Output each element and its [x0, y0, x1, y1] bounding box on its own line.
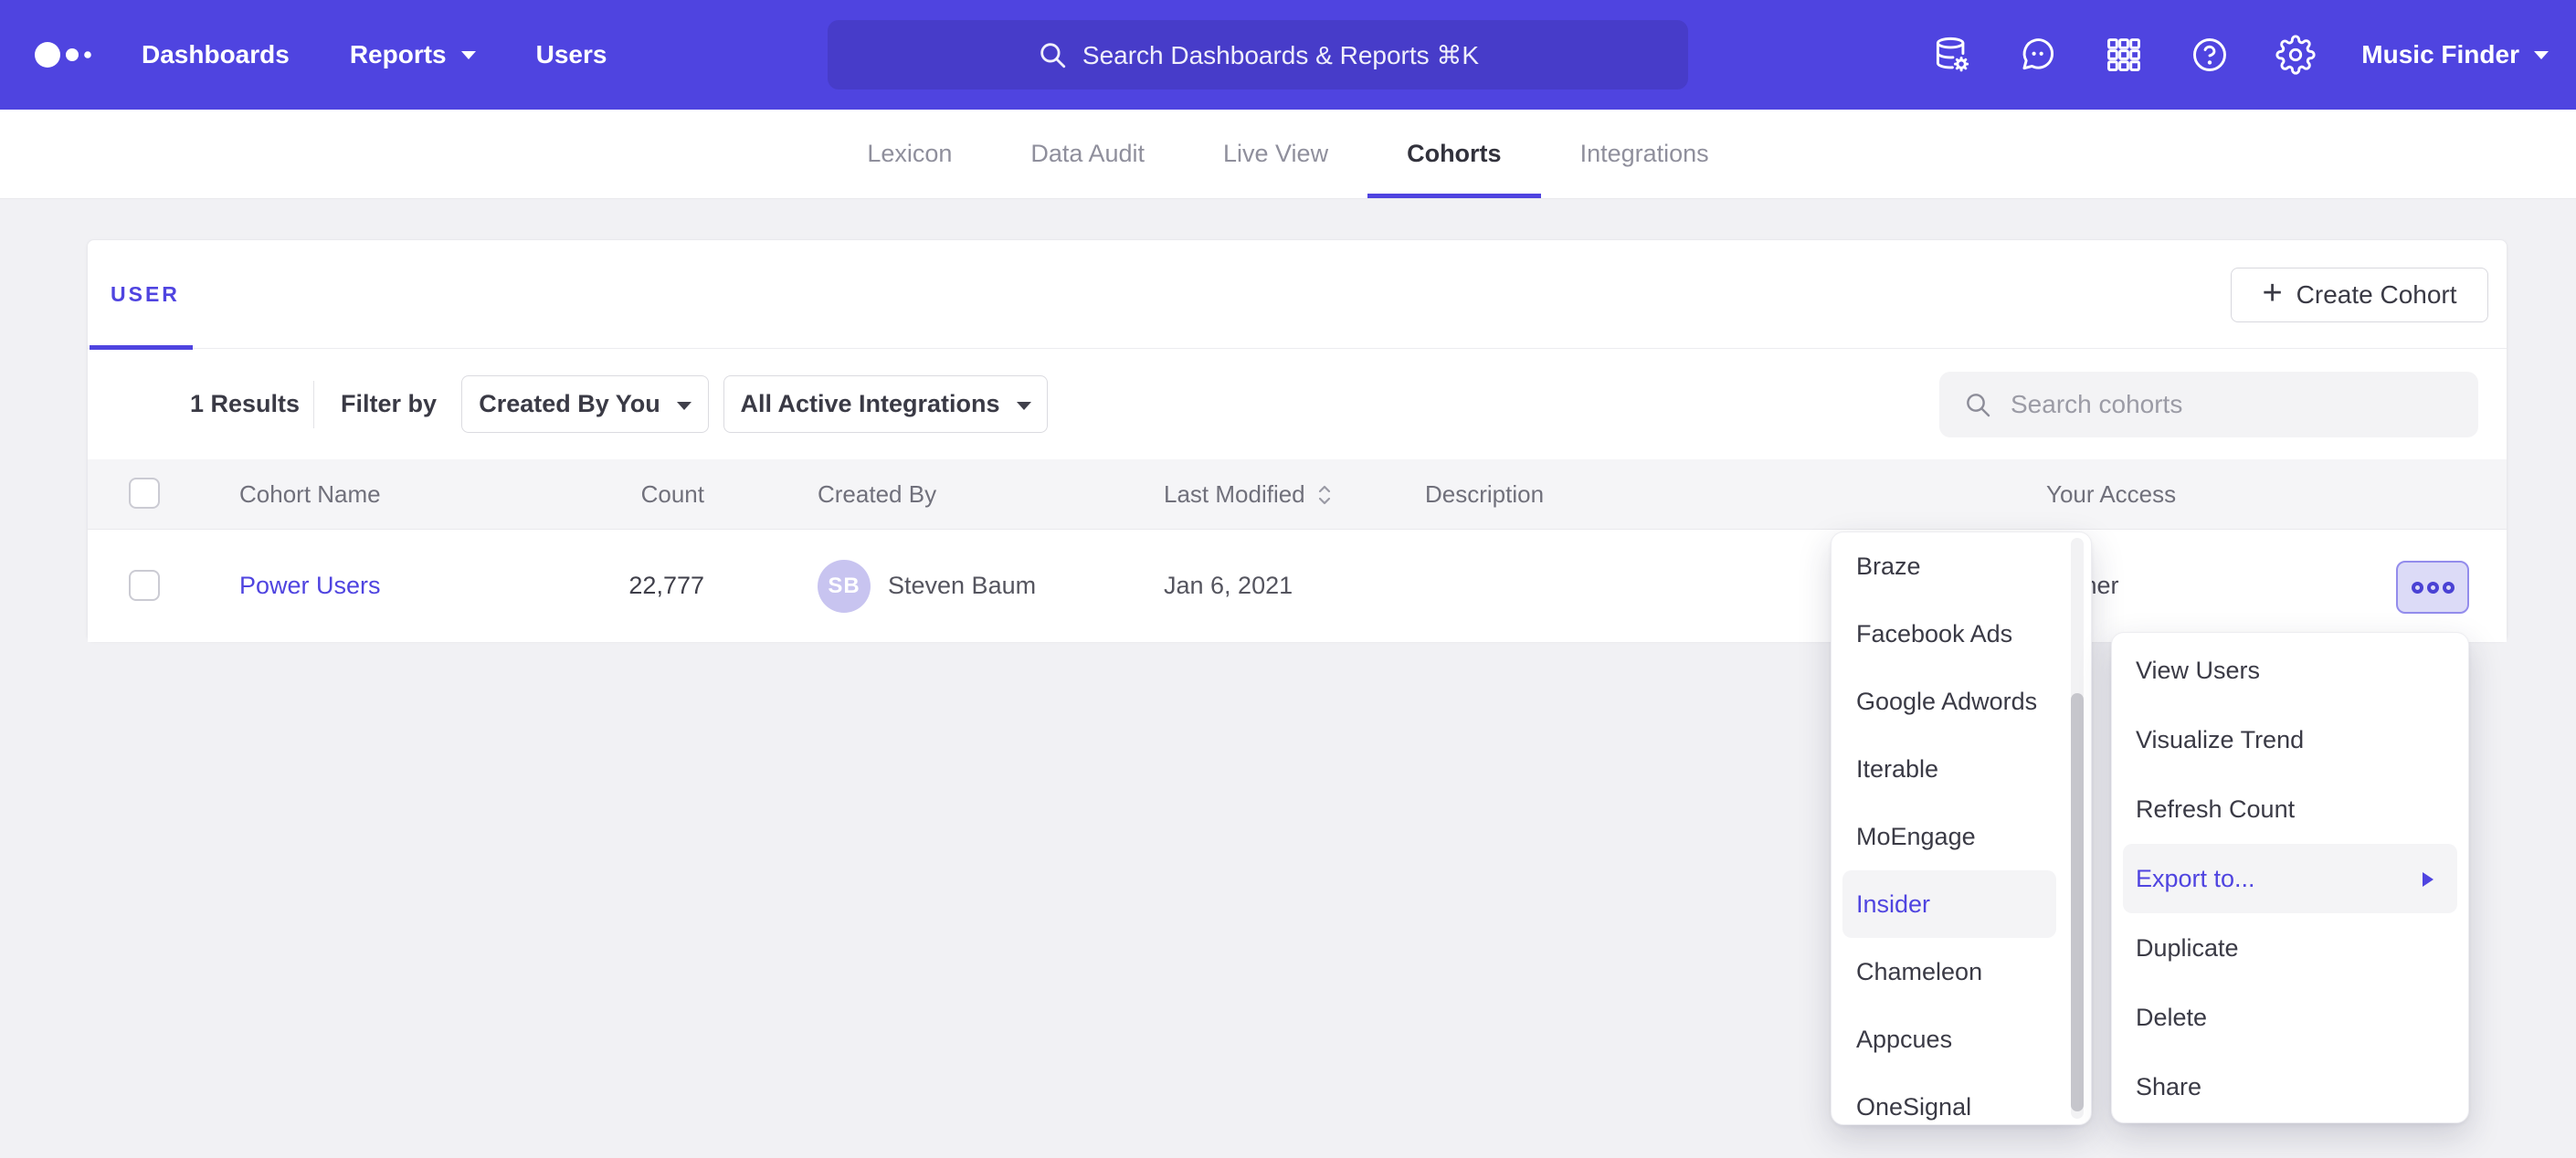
- ellipsis-circle-icon: [2427, 582, 2439, 594]
- create-cohort-label: Create Cohort: [2296, 280, 2457, 310]
- menu-item-view-users[interactable]: View Users: [2123, 636, 2457, 705]
- ellipsis-circle-icon: [2412, 582, 2423, 594]
- created-by-filter-dropdown[interactable]: Created By You: [461, 375, 709, 433]
- plus-icon: +: [2262, 276, 2282, 311]
- nav-reports-label: Reports: [350, 40, 447, 69]
- menu-item-visualize-trend[interactable]: Visualize Trend: [2123, 705, 2457, 774]
- menu-item-delete[interactable]: Delete: [2123, 983, 2457, 1052]
- menu-item-braze[interactable]: Braze: [1842, 532, 2056, 600]
- help-icon[interactable]: [2190, 35, 2230, 75]
- column-created-by[interactable]: Created By: [818, 459, 936, 530]
- subnav-tab-integrations[interactable]: Integrations: [1541, 110, 1748, 198]
- menu-item-iterable[interactable]: Iterable: [1842, 735, 2056, 803]
- cohort-search-placeholder: Search cohorts: [2011, 390, 2182, 419]
- table-header: Cohort Name Count Created By Last Modifi…: [88, 459, 2507, 530]
- subnav-tab-cohorts[interactable]: Cohorts: [1367, 110, 1541, 198]
- logo-dots-icon: [33, 37, 100, 73]
- select-all-checkbox[interactable]: [129, 478, 160, 509]
- settings-gear-icon[interactable]: [2275, 35, 2316, 75]
- filter-bar: 1 Results Filter by Created By You All A…: [88, 349, 2507, 459]
- menu-item-facebook-ads[interactable]: Facebook Ads: [1842, 600, 2056, 668]
- filter-by-label: Filter by: [341, 349, 437, 459]
- column-cohort-name[interactable]: Cohort Name: [239, 459, 381, 530]
- feedback-icon[interactable]: [2018, 35, 2058, 75]
- nav-dashboards[interactable]: Dashboards: [142, 40, 290, 69]
- export-submenu: BrazeFacebook AdsGoogle AdwordsIterableM…: [1831, 532, 2092, 1125]
- menu-item-moengage[interactable]: MoEngage: [1842, 803, 2056, 870]
- cohort-name-link[interactable]: Power Users: [239, 530, 381, 642]
- subnav-tab-data-audit[interactable]: Data Audit: [991, 110, 1184, 198]
- table-row: Power Users 22,777 SB Steven Baum Jan 6,…: [88, 530, 2507, 642]
- apps-grid-icon[interactable]: [2104, 35, 2144, 75]
- integrations-filter-dropdown[interactable]: All Active Integrations: [723, 375, 1048, 433]
- submenu-arrow-icon: [2423, 872, 2433, 887]
- primary-nav-links: Dashboards Reports Users: [142, 0, 607, 110]
- cohort-count: 22,777: [544, 530, 704, 642]
- create-cohort-button[interactable]: + Create Cohort: [2231, 268, 2488, 322]
- nav-users[interactable]: Users: [536, 40, 607, 69]
- sort-icon: [1316, 482, 1333, 508]
- chevron-down-icon: [2534, 51, 2549, 59]
- divider: [313, 381, 314, 428]
- menu-item-export-to[interactable]: Export to...: [2123, 844, 2457, 913]
- column-count[interactable]: Count: [544, 459, 704, 530]
- cohort-type-tabbar: USER + Create Cohort: [88, 240, 2507, 349]
- ellipsis-circle-icon: [2443, 582, 2455, 594]
- data-settings-icon[interactable]: [1932, 35, 1972, 75]
- menu-item-appcues[interactable]: Appcues: [1842, 1005, 2056, 1073]
- cohorts-panel: USER + Create Cohort 1 Results Filter by…: [87, 239, 2507, 641]
- row-context-menu: View UsersVisualize TrendRefresh CountEx…: [2111, 632, 2469, 1123]
- created-by-name: Steven Baum: [888, 530, 1036, 642]
- subnav-tab-lexicon[interactable]: Lexicon: [828, 110, 991, 198]
- menu-item-chameleon[interactable]: Chameleon: [1842, 938, 2056, 1005]
- column-last-modified-label: Last Modified: [1164, 459, 1305, 530]
- screen: Dashboards Reports Users Search Dashboar…: [0, 0, 2576, 1158]
- top-navigation: Dashboards Reports Users Search Dashboar…: [0, 0, 2576, 110]
- chevron-down-icon: [677, 402, 692, 410]
- avatar: SB: [818, 560, 871, 613]
- project-switcher[interactable]: Music Finder: [2361, 40, 2549, 69]
- search-icon: [1037, 39, 1068, 70]
- secondary-navigation: LexiconData AuditLive ViewCohortsIntegra…: [0, 110, 2576, 199]
- menu-item-insider[interactable]: Insider: [1842, 870, 2056, 938]
- cohort-search-input[interactable]: Search cohorts: [1939, 372, 2478, 437]
- created-by-filter-value: Created By You: [479, 390, 660, 418]
- menu-item-onesignal[interactable]: OneSignal: [1842, 1073, 2056, 1125]
- row-checkbox[interactable]: [129, 570, 160, 601]
- mixpanel-logo[interactable]: [33, 36, 106, 74]
- menu-item-refresh-count[interactable]: Refresh Count: [2123, 774, 2457, 844]
- search-icon: [1963, 390, 1992, 419]
- tab-user[interactable]: USER: [88, 240, 194, 349]
- project-name: Music Finder: [2361, 40, 2519, 69]
- column-last-modified[interactable]: Last Modified: [1164, 459, 1333, 530]
- nav-reports[interactable]: Reports: [350, 40, 476, 69]
- last-modified-date: Jan 6, 2021: [1164, 530, 1293, 642]
- global-search-input[interactable]: Search Dashboards & Reports ⌘K: [828, 20, 1688, 89]
- menu-item-duplicate[interactable]: Duplicate: [2123, 913, 2457, 983]
- global-search-placeholder: Search Dashboards & Reports ⌘K: [1082, 40, 1479, 70]
- results-count: 1 Results: [190, 349, 300, 459]
- subnav-tab-live-view[interactable]: Live View: [1184, 110, 1367, 198]
- scrollbar-thumb[interactable]: [2071, 693, 2084, 1111]
- subnav-tabs: LexiconData AuditLive ViewCohortsIntegra…: [828, 110, 1747, 198]
- row-actions-button[interactable]: [2396, 561, 2469, 614]
- menu-item-google-adwords[interactable]: Google Adwords: [1842, 668, 2056, 735]
- menu-item-share[interactable]: Share: [2123, 1052, 2457, 1121]
- chevron-down-icon: [1017, 402, 1031, 410]
- integrations-filter-value: All Active Integrations: [740, 390, 999, 418]
- column-description[interactable]: Description: [1425, 459, 1544, 530]
- chevron-down-icon: [461, 51, 476, 59]
- topnav-right: Music Finder: [1932, 0, 2549, 110]
- column-your-access[interactable]: Your Access: [2046, 459, 2176, 530]
